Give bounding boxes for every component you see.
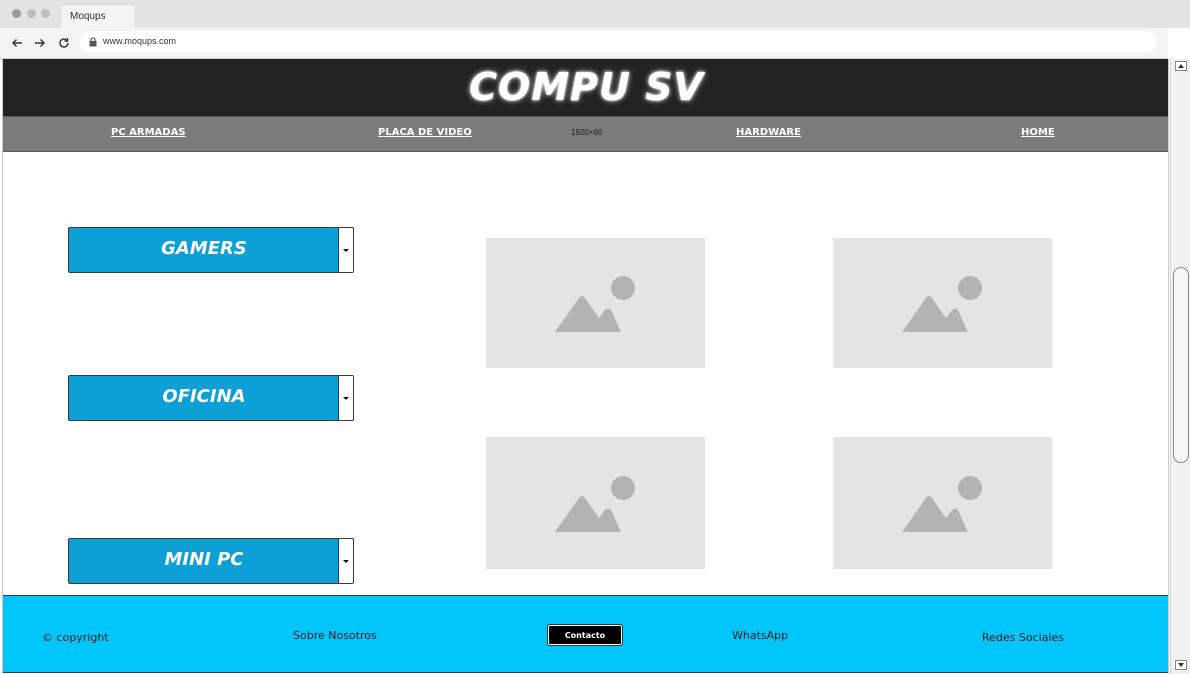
category-dropdown-gamers[interactable]: GAMERS	[68, 227, 354, 273]
footer-copyright: © copyright	[42, 631, 109, 644]
category-label: OFICINA	[162, 386, 246, 407]
footer-link-about[interactable]: Sobre Nosotros	[293, 629, 377, 642]
scroll-down-icon[interactable]	[1175, 660, 1187, 670]
category-label: MINI PC	[164, 549, 244, 570]
dropdown-caret-icon[interactable]	[338, 228, 353, 272]
window-minimize-dot[interactable]	[27, 9, 36, 18]
scroll-up-icon[interactable]	[1175, 61, 1187, 71]
browser-tab[interactable]: Moqups	[60, 4, 136, 28]
site-header: COMPU SV	[3, 59, 1168, 116]
forward-arrow-icon[interactable]	[31, 34, 49, 52]
image-placeholder-icon	[901, 476, 982, 532]
dimension-label: 1920×60	[571, 128, 603, 137]
category-label: GAMERS	[161, 238, 247, 259]
lock-icon	[89, 37, 97, 47]
contact-button[interactable]: Contacto	[547, 624, 623, 646]
scroll-thumb[interactable]	[1173, 267, 1189, 463]
image-placeholder	[486, 437, 705, 569]
site-brand: COMPU SV	[469, 65, 704, 109]
footer-link-whatsapp[interactable]: WhatsApp	[732, 629, 788, 642]
back-arrow-icon[interactable]	[8, 34, 26, 52]
dropdown-caret-icon[interactable]	[338, 376, 353, 420]
url-input[interactable]: www.moqups.com	[80, 31, 1157, 53]
url-text: www.moqups.com	[103, 36, 177, 46]
site-navbar: PC ARMADAS PLACA DE VIDEO 1920×60 HARDWA…	[3, 116, 1168, 152]
window-close-dot[interactable]	[12, 9, 21, 18]
site-footer: © copyright Sobre Nosotros Contacto What…	[3, 595, 1168, 673]
nav-link-placa-de-video[interactable]: PLACA DE VIDEO	[378, 127, 472, 138]
window-maximize-dot[interactable]	[41, 9, 50, 18]
browser-address-bar: www.moqups.com	[0, 28, 1168, 59]
nav-link-hardware[interactable]: HARDWARE	[736, 127, 801, 138]
image-placeholder-icon	[554, 276, 635, 332]
nav-link-pc-armadas[interactable]: PC ARMADAS	[111, 127, 186, 138]
reload-icon[interactable]	[55, 34, 73, 52]
nav-link-home[interactable]: HOME	[1021, 127, 1055, 138]
browser-tab-bar: Moqups	[0, 0, 1190, 28]
category-dropdown-oficina[interactable]: OFICINA	[68, 375, 354, 421]
dropdown-caret-icon[interactable]	[338, 539, 353, 583]
image-placeholder	[833, 437, 1052, 569]
image-placeholder-icon	[901, 276, 982, 332]
footer-link-social[interactable]: Redes Sociales	[982, 631, 1064, 644]
image-placeholder	[833, 238, 1052, 368]
category-dropdown-mini-pc[interactable]: MINI PC	[68, 538, 354, 584]
tab-title: Moqups	[70, 11, 106, 22]
web-page: COMPU SV PC ARMADAS PLACA DE VIDEO 1920×…	[2, 59, 1169, 673]
page-scrollbar[interactable]	[1170, 59, 1190, 674]
image-placeholder	[486, 238, 705, 368]
image-placeholder-icon	[554, 476, 635, 532]
